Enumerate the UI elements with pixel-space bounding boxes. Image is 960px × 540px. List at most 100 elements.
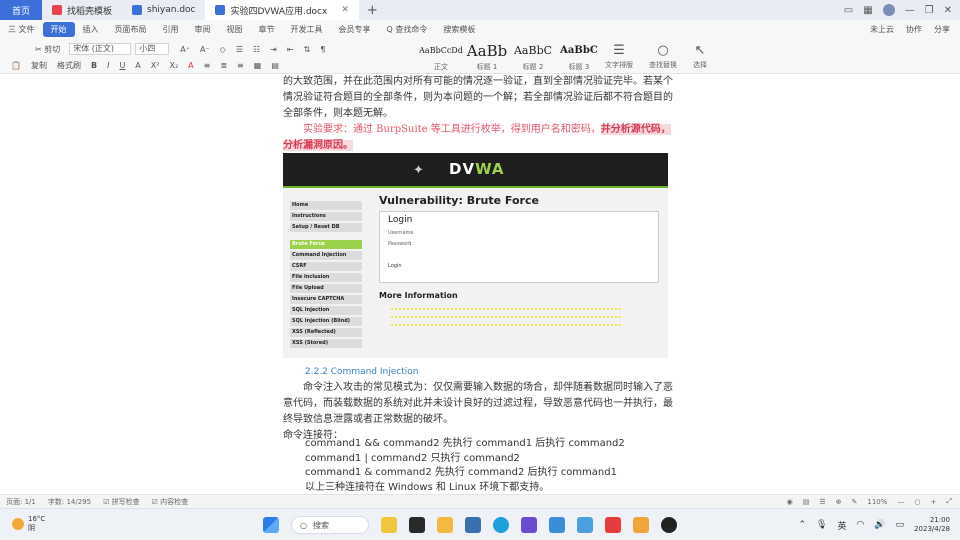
new-tab-button[interactable]: + [359, 3, 386, 18]
indent-icon[interactable]: ⇥ [265, 45, 282, 54]
tab-daoke[interactable]: 找稻壳模板 [42, 0, 122, 20]
superscript-button[interactable]: X² [146, 61, 165, 70]
close-window-icon[interactable]: ✕ [944, 5, 952, 16]
word-count[interactable]: 字数: 14/295 [42, 497, 97, 507]
zoom-slider[interactable]: ○ [914, 498, 920, 506]
edge-icon[interactable] [493, 517, 509, 533]
zoom-out-icon[interactable]: — [897, 498, 904, 506]
page-view-icon[interactable]: ▤ [803, 498, 810, 506]
underline-button[interactable]: U [114, 61, 130, 70]
close-tab-icon[interactable]: ✕ [341, 5, 349, 15]
find-replace-button[interactable]: ○ 查找替换 [649, 42, 677, 70]
copy-button[interactable]: 复制 [26, 60, 52, 71]
tab-home[interactable]: 首页 [0, 0, 42, 20]
widgets-icon[interactable] [381, 517, 397, 533]
write-view-icon[interactable]: ✎ [852, 498, 858, 506]
shading-icon[interactable]: ▤ [266, 61, 284, 70]
spell-check[interactable]: ☑ 拼写检查 [97, 497, 146, 507]
italic-button[interactable]: I [102, 61, 114, 70]
grid-icon[interactable]: ▦ [863, 5, 872, 16]
collaborate-button[interactable]: 协作 [906, 24, 922, 35]
menu-member[interactable]: 会员专享 [331, 24, 379, 35]
menu-page-layout[interactable]: 页面布局 [107, 24, 155, 35]
font-color-button[interactable]: A [183, 61, 198, 70]
style-heading-3[interactable]: AaBbC 标题 3 [560, 42, 598, 72]
menu-insert[interactable]: 插入 [75, 24, 107, 35]
battery-icon[interactable]: ▭ [896, 520, 905, 530]
app-icon[interactable] [633, 517, 649, 533]
outdent-icon[interactable]: ⇤ [282, 45, 299, 54]
sort-icon[interactable]: ⇅ [299, 45, 316, 54]
clock[interactable]: 21:00 2023/4/28 [914, 516, 950, 534]
shrink-font-button[interactable]: A⁻ [195, 45, 215, 54]
app-icon[interactable] [549, 517, 565, 533]
style-heading-2[interactable]: AaBbC 标题 2 [514, 42, 552, 72]
cloud-status[interactable]: 未上云 [870, 24, 894, 35]
align-left-icon[interactable]: ≡ [199, 61, 216, 70]
menu-find-command[interactable]: Q 查找命令 [379, 24, 436, 35]
app-icon[interactable] [661, 517, 677, 533]
zoom-level[interactable]: 110% [867, 498, 887, 506]
eye-icon[interactable]: ◉ [787, 498, 793, 506]
taskbar: 16°C 阴 ○ 搜索 ⌃ 🎙 英 ◠ 🔊 ▭ 21:00 2023/4/28 [0, 508, 960, 540]
content-check[interactable]: ☑ 内容检查 [146, 497, 195, 507]
wifi-icon[interactable]: ◠ [857, 520, 865, 530]
text-layout-button[interactable]: ☰ 文字排版 [605, 42, 633, 70]
borders-icon[interactable]: ▦ [249, 61, 267, 70]
show-marks-icon[interactable]: ¶ [315, 45, 330, 54]
file-explorer-icon[interactable] [437, 517, 453, 533]
microphone-icon[interactable]: 🎙 [816, 520, 827, 530]
menu-chapter[interactable]: 章节 [251, 24, 283, 35]
chevron-up-icon[interactable]: ⌃ [799, 520, 807, 530]
share-button[interactable]: 分享 [934, 24, 950, 35]
document-page[interactable]: 的大致范围，并在此范围内对所有可能的情况逐一验证，直到全部情况验证完毕。若某个情… [283, 74, 673, 154]
tab-shiyan[interactable]: shiyan.doc [122, 0, 205, 20]
weather-widget[interactable]: 16°C 阴 [12, 515, 45, 533]
paste-icon[interactable]: 📋 [6, 61, 26, 70]
fit-icon[interactable]: ⤢ [946, 497, 952, 506]
bullet-list-icon[interactable]: ☰ [231, 45, 248, 54]
web-view-icon[interactable]: ⊕ [836, 498, 842, 506]
avatar[interactable] [882, 4, 895, 16]
wps-icon[interactable] [605, 517, 621, 533]
strikethrough-button[interactable]: A [130, 61, 145, 70]
taskbar-search[interactable]: ○ 搜索 [291, 516, 369, 534]
app-icon[interactable] [577, 517, 593, 533]
menu-references[interactable]: 引用 [155, 24, 187, 35]
zoom-in-icon[interactable]: + [931, 498, 937, 506]
terminal-icon[interactable] [409, 517, 425, 533]
cut-button[interactable]: ✂ 剪切 [30, 44, 65, 55]
command-list: command1 && command2 先执行 command1 后执行 co… [305, 437, 625, 495]
volume-icon[interactable]: 🔊 [874, 520, 885, 530]
font-family-select[interactable]: 宋体 (正文) [69, 43, 132, 55]
document-area[interactable]: 的大致范围，并在此范围内对所有可能的情况逐一验证，直到全部情况验证完毕。若某个情… [0, 74, 960, 494]
format-painter-button[interactable]: 格式刷 [52, 60, 86, 71]
style-normal[interactable]: AaBbCcDd 正文 [419, 42, 463, 72]
menu-review[interactable]: 审阅 [187, 24, 219, 35]
layout-icon[interactable]: ▭ [844, 5, 853, 16]
outline-view-icon[interactable]: ☰ [819, 498, 825, 506]
font-size-select[interactable]: 小四 [135, 43, 170, 55]
align-center-icon[interactable]: ≣ [215, 61, 232, 70]
select-button[interactable]: ↖ 选择 [693, 42, 707, 70]
menu-file[interactable]: 三 文件 [0, 24, 43, 35]
style-heading-1[interactable]: AaBb 标题 1 [467, 42, 507, 72]
ime-indicator[interactable]: 英 [837, 519, 846, 532]
subscript-button[interactable]: X₂ [164, 61, 183, 70]
clear-format-icon[interactable]: ◇ [215, 45, 231, 54]
menu-developer[interactable]: 开发工具 [283, 24, 331, 35]
menu-home[interactable]: 开始 [42, 21, 75, 37]
minimize-icon[interactable]: — [905, 5, 915, 16]
align-right-icon[interactable]: ≡ [232, 61, 249, 70]
windows-start-icon[interactable] [263, 517, 279, 533]
maximize-icon[interactable]: ❐ [925, 5, 934, 16]
menu-search-template[interactable]: 搜索模板 [435, 24, 483, 35]
numbered-list-icon[interactable]: ☷ [248, 45, 265, 54]
grow-font-button[interactable]: A⁺ [175, 45, 195, 54]
menu-view[interactable]: 视图 [219, 24, 251, 35]
app-icon[interactable] [465, 517, 481, 533]
app-icon[interactable] [521, 517, 537, 533]
page-count[interactable]: 页面: 1/1 [0, 497, 42, 507]
bold-button[interactable]: B [86, 61, 102, 70]
tab-dvwa-doc[interactable]: 实验四DVWA应用.docx ✕ [205, 0, 359, 20]
